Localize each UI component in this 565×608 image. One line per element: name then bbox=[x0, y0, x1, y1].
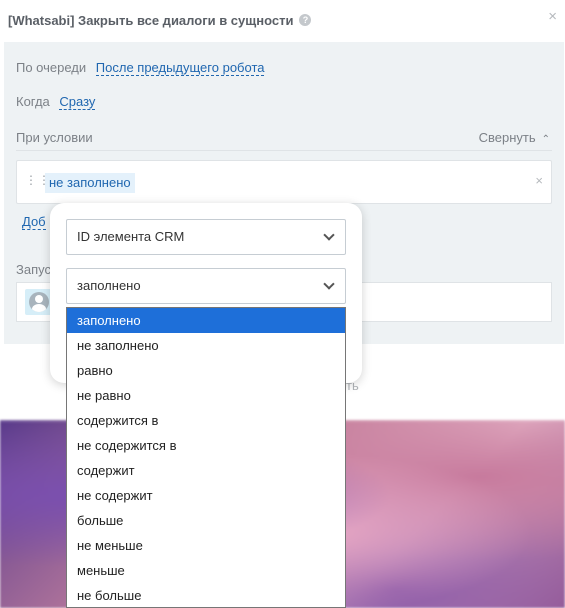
chevron-down-icon bbox=[323, 229, 335, 241]
chevron-up-icon: ⌃ bbox=[541, 134, 550, 145]
user-chip[interactable] bbox=[25, 289, 53, 315]
dialog-header: [Whatsabi] Закрыть все диалоги в сущност… bbox=[0, 0, 565, 40]
condition-label: При условии bbox=[16, 130, 93, 145]
dropdown-option[interactable]: больше bbox=[67, 508, 345, 533]
when-label: Когда bbox=[16, 94, 50, 109]
condition-tag[interactable]: не заполнено bbox=[45, 173, 135, 193]
run-label: Запус bbox=[16, 262, 51, 277]
help-icon[interactable]: ? bbox=[299, 14, 312, 26]
dropdown-option[interactable]: не содержится в bbox=[67, 433, 345, 458]
avatar bbox=[29, 292, 49, 312]
when-row: Когда Сразу bbox=[16, 94, 96, 110]
order-row: По очереди После предыдущего робота bbox=[16, 60, 265, 76]
order-value-link[interactable]: После предыдущего робота bbox=[95, 60, 265, 76]
operator-select-value: заполнено bbox=[77, 278, 141, 293]
dialog-title: [Whatsabi] Закрыть все диалоги в сущност… bbox=[8, 12, 294, 28]
collapse-label: Свернуть bbox=[478, 130, 536, 145]
dropdown-option[interactable]: меньше bbox=[67, 558, 345, 583]
collapse-button[interactable]: Свернуть ⌃ bbox=[479, 130, 550, 145]
operator-select[interactable]: заполнено bbox=[66, 268, 346, 304]
dropdown-option[interactable]: не заполнено bbox=[67, 333, 345, 358]
remove-condition-icon[interactable]: × bbox=[535, 173, 543, 188]
add-condition-link[interactable]: Доб bbox=[22, 214, 46, 230]
operator-dropdown-list: заполнено не заполнено равно не равно со… bbox=[66, 307, 346, 608]
dropdown-option[interactable]: не меньше bbox=[67, 533, 345, 558]
close-icon[interactable]: × bbox=[548, 8, 557, 25]
divider bbox=[16, 150, 552, 151]
when-value-link[interactable]: Сразу bbox=[59, 94, 96, 110]
condition-box: ⋮⋮ не заполнено × bbox=[16, 160, 552, 204]
dropdown-option[interactable]: не содержит bbox=[67, 483, 345, 508]
dropdown-option[interactable]: не равно bbox=[67, 383, 345, 408]
field-select[interactable]: ID элемента CRM bbox=[66, 219, 346, 255]
dropdown-option[interactable]: содержится в bbox=[67, 408, 345, 433]
order-label: По очереди bbox=[16, 60, 87, 75]
dropdown-option[interactable]: содержит bbox=[67, 458, 345, 483]
field-select-value: ID элемента CRM bbox=[77, 229, 185, 244]
dropdown-option[interactable]: заполнено bbox=[67, 308, 345, 333]
dropdown-option[interactable]: не больше bbox=[67, 583, 345, 607]
chevron-down-icon bbox=[323, 278, 335, 290]
dropdown-option[interactable]: равно bbox=[67, 358, 345, 383]
